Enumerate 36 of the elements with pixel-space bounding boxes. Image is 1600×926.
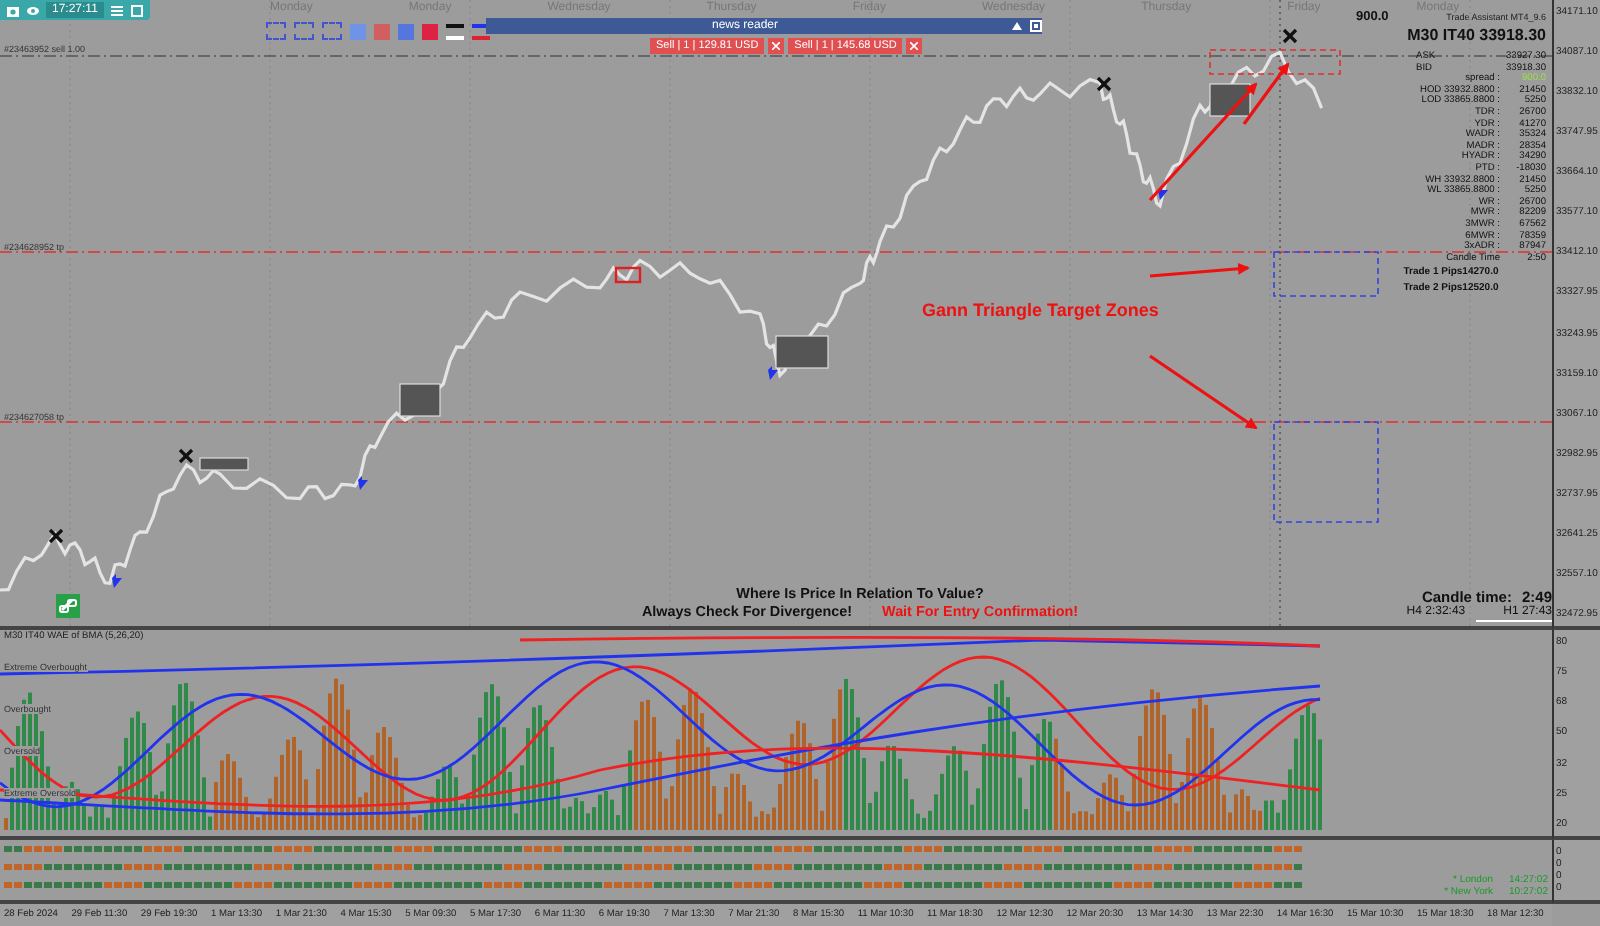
level-box <box>199 457 249 471</box>
eye-icon[interactable] <box>26 3 40 17</box>
level-box <box>399 383 441 417</box>
dashed-square-icon[interactable] <box>322 22 342 40</box>
window-icon[interactable] <box>129 3 144 17</box>
color-swatch[interactable] <box>398 23 414 39</box>
level-box <box>775 335 829 369</box>
close-button[interactable] <box>906 38 923 54</box>
arrow-icon <box>112 574 122 588</box>
zone-box <box>1209 49 1341 75</box>
color-swatch[interactable] <box>422 23 438 39</box>
close-button[interactable] <box>768 38 785 54</box>
arrow-icon <box>358 476 368 490</box>
cross-icon <box>48 528 64 544</box>
arrow-icon <box>1158 186 1168 200</box>
color-swatch[interactable] <box>374 23 390 39</box>
symbol-price: M30 IT40 33918.30 <box>1405 26 1546 44</box>
cross-icon <box>1096 76 1112 92</box>
annotation-text: Gann Triangle Target Zones <box>922 300 1159 320</box>
color-swatch[interactable] <box>350 23 366 39</box>
window-icon[interactable] <box>1030 20 1042 32</box>
pointer-arrow <box>1149 262 1250 278</box>
cross-icon <box>1282 28 1298 44</box>
pointer-arrow <box>1149 354 1258 430</box>
arrow-icon <box>768 366 778 380</box>
camera-icon[interactable] <box>6 3 20 17</box>
target-zone-box <box>1273 421 1379 523</box>
dashed-square-icon[interactable] <box>266 22 286 40</box>
up-caret-icon[interactable] <box>1012 22 1022 30</box>
target-zone-box <box>1273 251 1379 297</box>
link-icon[interactable] <box>56 594 80 618</box>
dashed-square-icon[interactable] <box>294 22 314 40</box>
cross-icon <box>178 448 194 464</box>
level-box <box>1209 83 1251 117</box>
menu-icon[interactable] <box>109 3 124 17</box>
marker-box <box>614 266 642 284</box>
